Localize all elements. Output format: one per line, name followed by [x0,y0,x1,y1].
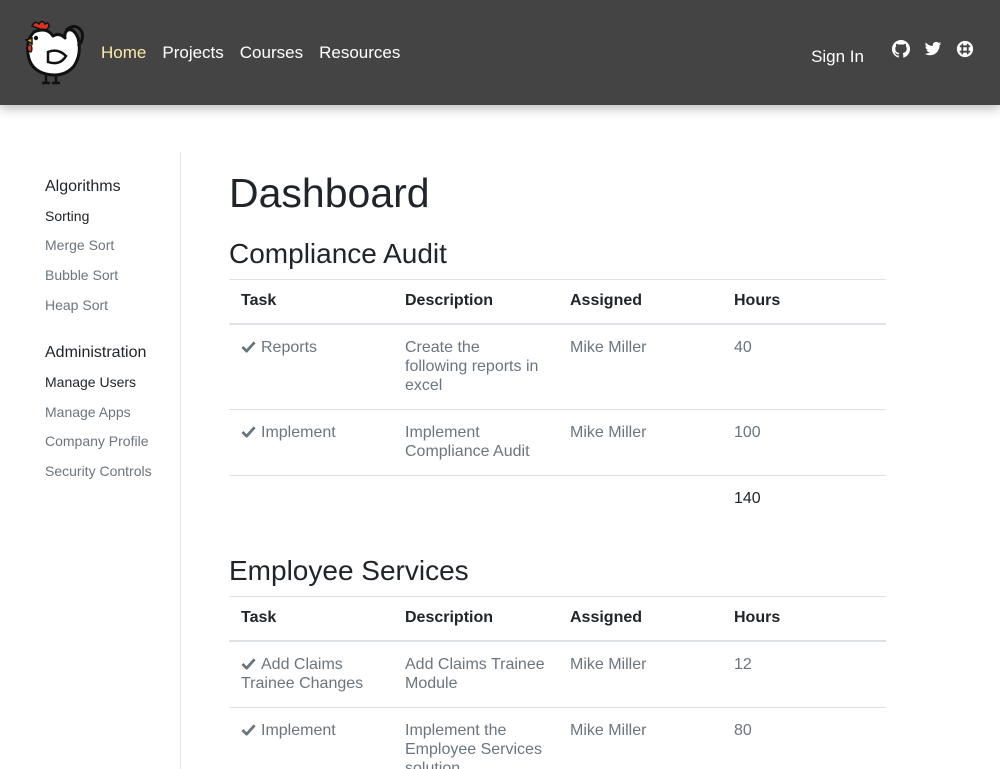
column-header-hours: Hours [722,596,886,642]
chicken-logo[interactable] [18,18,88,86]
sidebar-item-heap-sort[interactable]: Heap Sort [45,296,108,314]
sidebar-item-sorting[interactable]: Sorting [45,207,89,225]
nav-link-home[interactable]: Home [101,44,146,61]
sidebar: Algorithms Sorting Merge Sort Bubble Sor… [0,152,181,769]
check-icon [241,656,256,670]
table-header-row: Task Description Assigned Hours [229,279,886,325]
column-header-hours: Hours [722,279,886,325]
compliance-audit-table: Task Description Assigned Hours Reports … [229,279,886,522]
task-cell: Add Claims Trainee Changes [229,640,393,708]
employee-services-table: Task Description Assigned Hours Add Clai… [229,596,886,769]
description-cell: Implement the Employee Services solution [393,707,558,769]
assigned-cell: Mike Miller [558,409,722,476]
right-nav: Sign In [811,0,974,105]
column-header-description: Description [393,596,558,642]
check-icon [241,339,256,353]
task-name: Reports [261,339,318,356]
column-header-assigned: Assigned [558,596,722,642]
sidebar-group-administration: Administration Manage Users Manage Apps … [45,343,152,479]
task-cell: Reports [229,323,393,410]
total-row: 140 [229,475,886,522]
hours-cell: 80 [722,707,886,769]
column-header-task: Task [229,279,393,325]
column-header-assigned: Assigned [558,279,722,325]
description-cell: Create the following reports in excel [393,323,558,410]
nav-link-resources[interactable]: Resources [319,44,400,61]
section-title-compliance-audit: Compliance Audit [229,238,447,269]
sidebar-item-manage-users[interactable]: Manage Users [45,373,136,391]
table-row[interactable]: Implement Implement the Employee Service… [229,707,886,769]
assigned-cell: Mike Miller [558,707,722,769]
check-icon [241,424,256,438]
hours-cell: 40 [722,323,886,410]
table-row[interactable]: Implement Implement Compliance Audit Mik… [229,409,886,476]
sidebar-item-manage-apps[interactable]: Manage Apps [45,403,131,421]
sign-in-link[interactable]: Sign In [811,47,864,67]
sidebar-item-company-profile[interactable]: Company Profile [45,432,149,450]
assigned-cell: Mike Miller [558,640,722,708]
column-header-description: Description [393,279,558,325]
nav-link-projects[interactable]: Projects [162,44,223,61]
description-cell: Implement Compliance Audit [393,409,558,476]
task-cell: Implement [229,409,393,476]
table-row[interactable]: Add Claims Trainee Changes Add Claims Tr… [229,640,886,708]
table-header-row: Task Description Assigned Hours [229,596,886,642]
main-nav: Home Projects Courses Resources [101,0,416,105]
table-row[interactable]: Reports Create the following reports in … [229,323,886,410]
sidebar-item-bubble-sort[interactable]: Bubble Sort [45,266,118,284]
task-cell: Implement [229,707,393,769]
task-name: Add Claims Trainee Changes [241,656,364,692]
nav-link-courses[interactable]: Courses [240,44,303,61]
task-name: Implement [261,424,336,441]
sidebar-item-merge-sort[interactable]: Merge Sort [45,236,114,254]
twitter-icon[interactable] [924,40,942,58]
sidebar-item-security-controls[interactable]: Security Controls [45,462,152,480]
hours-cell: 100 [722,409,886,476]
github-icon[interactable] [892,39,910,58]
description-cell: Add Claims Trainee Module [393,640,558,708]
check-icon [241,722,256,736]
hours-cell: 12 [722,640,886,708]
sidebar-heading-algorithms: Algorithms [45,178,121,195]
total-hours: 140 [722,475,886,522]
sidebar-heading-administration: Administration [45,344,147,361]
top-navbar: Home Projects Courses Resources Sign In [0,0,1000,105]
page-title: Dashboard [229,170,430,216]
column-header-task: Task [229,596,393,642]
assigned-cell: Mike Miller [558,323,722,410]
section-title-employee-services: Employee Services [229,555,469,586]
slack-icon[interactable] [956,40,974,58]
sidebar-group-algorithms: Algorithms Sorting Merge Sort Bubble Sor… [45,177,121,313]
task-name: Implement [261,722,336,739]
